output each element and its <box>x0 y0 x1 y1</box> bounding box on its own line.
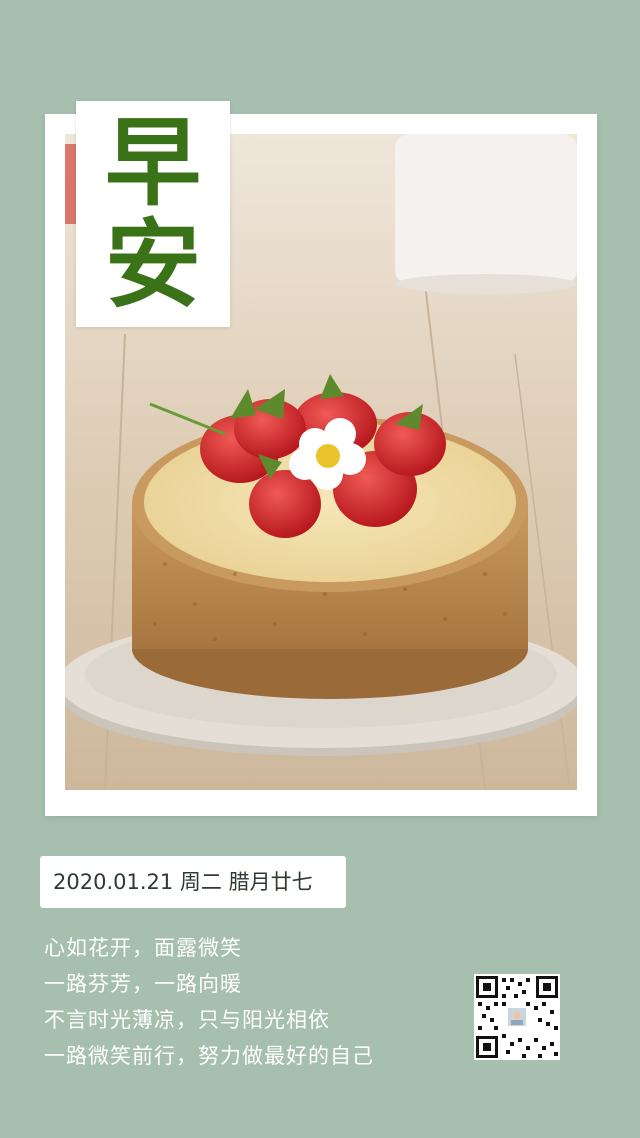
poem: 心如花开，面露微笑 一路芬芳，一路向暖 不言时光薄凉，只与阳光相依 一路微笑前行… <box>44 930 464 1074</box>
greeting-box: 早 安 <box>76 101 230 327</box>
qr-code-icon[interactable] <box>474 974 560 1060</box>
poem-line-4: 一路微笑前行，努力做最好的自己 <box>44 1044 374 1068</box>
date-badge: 2020.01.21 周二 腊月廿七 <box>40 856 346 908</box>
greeting-char-zao: 早 <box>105 107 201 219</box>
greeting-char-an: 安 <box>105 209 201 321</box>
poem-line-2: 一路芬芳，一路向暖 <box>44 972 242 996</box>
qr-code-graphic <box>474 974 560 1060</box>
poem-line-3: 不言时光薄凉，只与阳光相依 <box>44 1008 330 1032</box>
poem-line-1: 心如花开，面露微笑 <box>44 936 242 960</box>
